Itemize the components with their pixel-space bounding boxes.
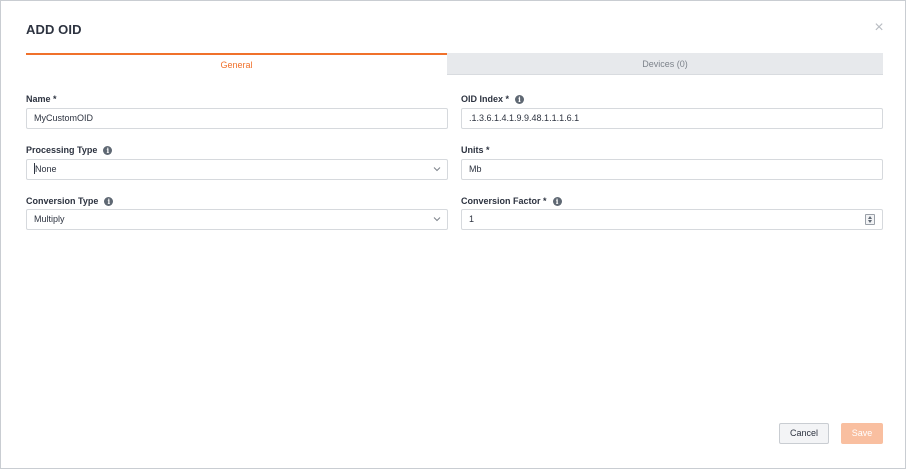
units-label: Units * bbox=[461, 144, 490, 156]
units-input[interactable]: Mb bbox=[461, 159, 883, 180]
dialog-title: ADD OID bbox=[26, 22, 82, 37]
close-icon[interactable]: × bbox=[872, 20, 886, 36]
processing-type-label: Processing Type i bbox=[26, 144, 113, 156]
oid-index-input[interactable]: .1.3.6.1.4.1.9.9.48.1.1.1.6.1 bbox=[461, 108, 883, 129]
processing-type-value: None bbox=[35, 164, 57, 174]
oid-index-label: OID Index * i bbox=[461, 93, 525, 105]
conversion-type-label-text: Conversion Type bbox=[26, 196, 99, 206]
info-icon[interactable]: i bbox=[104, 196, 114, 206]
processing-type-select[interactable]: None bbox=[26, 159, 448, 180]
name-label-text: Name * bbox=[26, 94, 57, 104]
name-label: Name * bbox=[26, 93, 57, 105]
oid-index-label-text: OID Index * bbox=[461, 94, 510, 104]
processing-type-label-text: Processing Type bbox=[26, 145, 98, 155]
chevron-down-icon bbox=[433, 167, 441, 172]
chevron-down-icon bbox=[433, 217, 441, 222]
conversion-type-label: Conversion Type i bbox=[26, 195, 114, 207]
add-oid-dialog: ADD OID × General Devices (0) Name * MyC… bbox=[0, 0, 906, 469]
cancel-button[interactable]: Cancel bbox=[779, 423, 829, 444]
tab-bar: General Devices (0) bbox=[26, 53, 883, 75]
stepper-down-icon[interactable] bbox=[868, 220, 872, 223]
stepper-up-icon[interactable] bbox=[868, 216, 872, 219]
name-input[interactable]: MyCustomOID bbox=[26, 108, 448, 129]
conversion-factor-label: Conversion Factor * i bbox=[461, 195, 562, 207]
number-stepper[interactable] bbox=[865, 214, 875, 225]
tab-general[interactable]: General bbox=[26, 53, 447, 75]
conversion-type-select[interactable]: Multiply bbox=[26, 209, 448, 230]
conversion-factor-value: 1 bbox=[469, 214, 475, 224]
save-button[interactable]: Save bbox=[841, 423, 883, 444]
info-icon[interactable]: i bbox=[103, 145, 113, 155]
conversion-type-value: Multiply bbox=[34, 214, 65, 224]
tab-devices[interactable]: Devices (0) bbox=[447, 53, 883, 75]
info-icon[interactable]: i bbox=[552, 196, 562, 206]
conversion-factor-label-text: Conversion Factor * bbox=[461, 196, 547, 206]
units-label-text: Units * bbox=[461, 145, 490, 155]
info-icon[interactable]: i bbox=[515, 94, 525, 104]
conversion-factor-input[interactable]: 1 bbox=[461, 209, 883, 230]
